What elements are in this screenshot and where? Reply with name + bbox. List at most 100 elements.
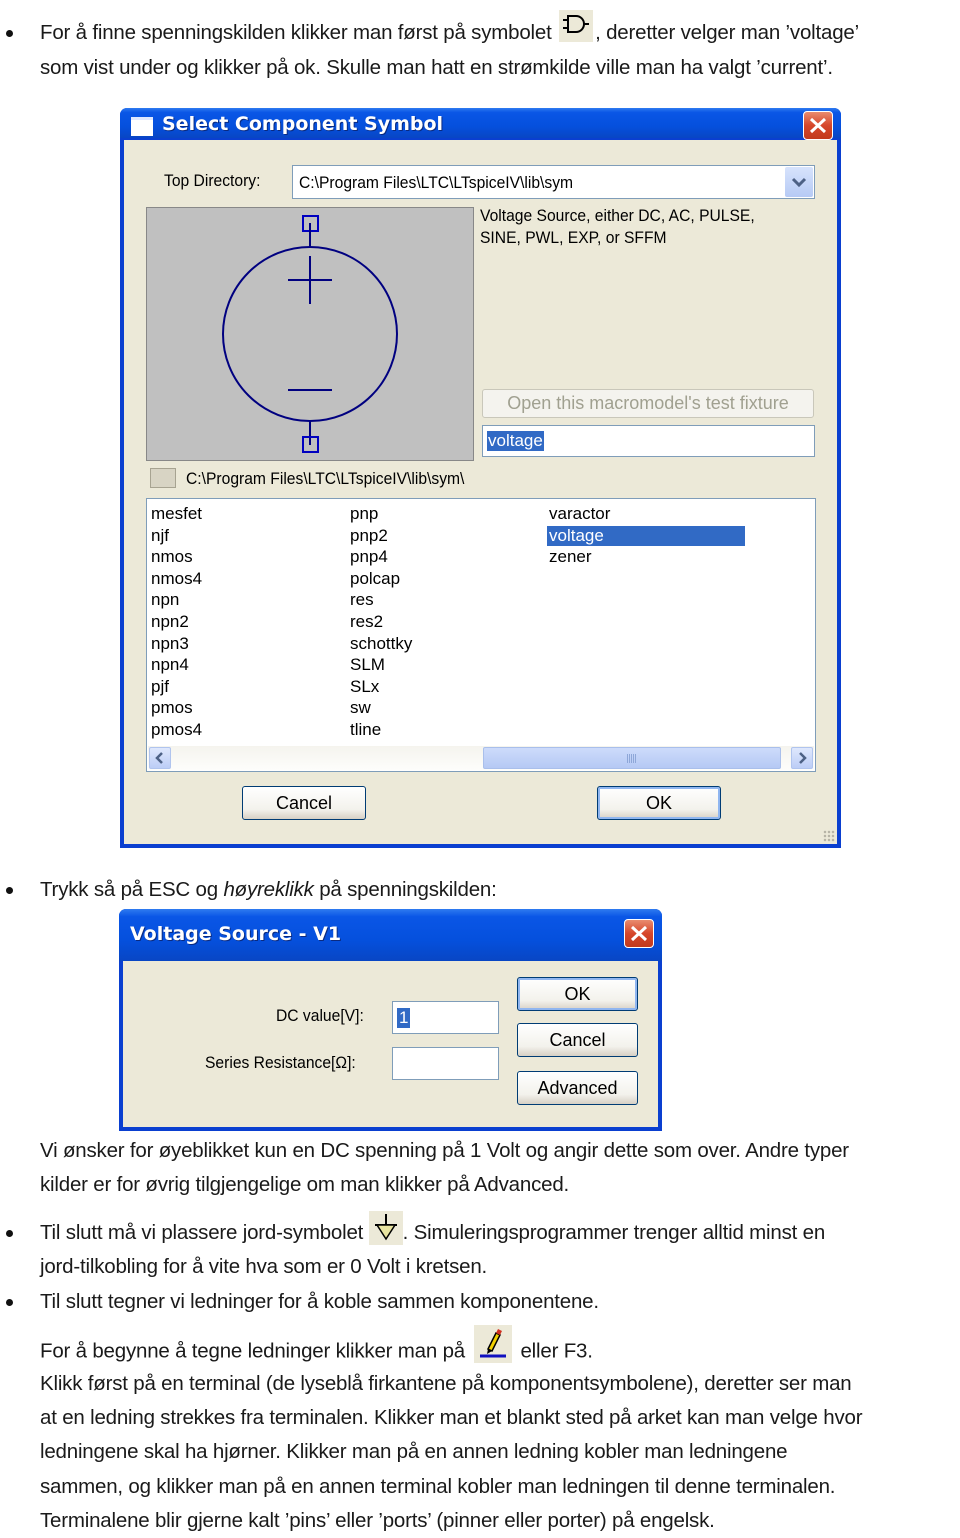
list-item[interactable]: pmos4 [149, 720, 204, 740]
open-test-fixture-button[interactable]: Open this macromodel's test fixture [482, 389, 814, 418]
para3-line1: Vi ønsker for øyeblikket kun en DC spenn… [40, 1139, 849, 1162]
bullet [6, 1299, 13, 1306]
text: , deretter velger man ’voltage’ [595, 21, 859, 44]
button-label: Advanced [537, 1078, 618, 1098]
resize-grip-icon[interactable] [823, 830, 835, 842]
button-label: Cancel [549, 1030, 606, 1050]
list-item[interactable]: res2 [348, 612, 385, 632]
search-value: voltage [487, 431, 544, 451]
button-label: Cancel [275, 793, 333, 813]
dialog-body: Top Directory: C:\Program Files\LTC\LTsp… [124, 140, 837, 844]
ok-button[interactable]: OK [517, 977, 638, 1011]
list-item[interactable]: pnp4 [348, 547, 390, 567]
list-item[interactable]: pnp2 [348, 526, 390, 546]
list-item[interactable]: zener [547, 547, 594, 567]
symbol-search-input[interactable]: voltage [482, 425, 815, 457]
list-item[interactable]: schottky [348, 634, 414, 654]
button-label: Open this macromodel's test fixture [507, 393, 789, 413]
list-item[interactable]: SLM [348, 655, 387, 675]
series-resistance-label: Series Resistance[Ω]: [205, 1053, 356, 1072]
para1-line1: For å finne spenningskilden klikker man … [40, 9, 859, 50]
list-item[interactable]: polcap [348, 569, 402, 589]
close-button[interactable] [803, 111, 833, 140]
advanced-button[interactable]: Advanced [517, 1071, 638, 1105]
bullet [6, 1230, 13, 1237]
list-item[interactable]: pmos [149, 698, 195, 718]
chevron-left-icon [155, 752, 163, 764]
scroll-right-button[interactable] [791, 747, 813, 769]
ok-button[interactable]: OK [597, 786, 721, 820]
list-item[interactable]: tline [348, 720, 383, 740]
close-icon [630, 925, 648, 942]
title-bar[interactable]: Voltage Source - V1 [119, 909, 662, 961]
list-item[interactable]: SLx [348, 677, 381, 697]
button-label: OK [645, 793, 672, 813]
voltage-source-dialog: Voltage Source - V1 DC value[V]: 1 Serie… [119, 909, 662, 1131]
voltage-source-symbol [222, 215, 398, 453]
close-button[interactable] [624, 919, 654, 948]
para6-line: at en ledning strekkes fra terminalen. K… [40, 1406, 863, 1430]
list-item[interactable]: npn4 [149, 655, 191, 675]
para6-line1: For å begynne å tegne ledninger klikker … [40, 1325, 593, 1371]
list-item[interactable]: mesfet [149, 504, 204, 524]
para6-line: Klikk først på en terminal (de lyseblå f… [40, 1372, 852, 1395]
symbol-list: mesfet njf nmos nmos4 npn npn2 npn3 npn4 pjf pmos… [146, 498, 816, 772]
top-directory-label: Top Directory: [164, 171, 261, 190]
text: For å begynne å tegne ledninger klikker … [40, 1339, 465, 1363]
list-item[interactable]: nmos4 [149, 569, 204, 589]
select-component-dialog: Select Component Symbol Top Directory: C… [120, 108, 841, 848]
para6-line: sammen, og klikker man på en annen termi… [40, 1474, 836, 1498]
bullet [6, 887, 13, 894]
grip-icon [627, 754, 637, 763]
list-item[interactable]: nmos [149, 547, 195, 567]
para1-line2: som vist under og klikker på ok. Skulle … [40, 56, 833, 79]
window-icon [131, 117, 153, 136]
list-item[interactable]: voltage [547, 525, 745, 546]
list-item[interactable]: res [348, 590, 376, 610]
text: eller F3. [520, 1339, 593, 1363]
para4-line2: jord-tilkobling for å vite hva som er 0 … [40, 1255, 488, 1278]
top-directory-value: C:\Program Files\LTC\LTspiceIV\lib\sym [299, 173, 574, 192]
list-item[interactable]: pjf [149, 677, 171, 697]
horizontal-scrollbar[interactable] [148, 746, 814, 770]
current-path: C:\Program Files\LTC\LTspiceIV\lib\sym\ [186, 469, 465, 488]
dc-value-label: DC value[V]: [276, 1006, 364, 1025]
list-item[interactable]: varactor [547, 504, 612, 524]
list-item[interactable]: sw [348, 698, 373, 718]
list-item[interactable]: npn3 [149, 634, 191, 654]
para5: Til slutt tegner vi ledninger for å kobl… [40, 1290, 599, 1313]
scroll-thumb[interactable] [483, 747, 781, 769]
para4-line1: Til slutt må vi plassere jord-symbolet .… [40, 1210, 826, 1251]
dialog-body: DC value[V]: 1 Series Resistance[Ω]: OK … [123, 961, 658, 1127]
description-line2: SINE, PWL, EXP, or SFFM [480, 228, 667, 247]
cancel-button[interactable]: Cancel [517, 1023, 638, 1057]
list-item[interactable]: pnp [348, 504, 380, 524]
text: For å finne spenningskilden klikker man … [40, 21, 552, 44]
para2: Trykk så på ESC og høyreklikk på spennin… [40, 873, 497, 907]
para6-line: ledningene skal ha hjørner. Klikker man … [40, 1440, 788, 1464]
list-item[interactable]: npn [149, 590, 181, 610]
chevron-down-icon [791, 177, 807, 188]
dropdown-button[interactable] [785, 167, 813, 197]
series-resistance-input[interactable] [392, 1047, 499, 1080]
description-line1: Voltage Source, either DC, AC, PULSE, [480, 206, 755, 225]
dc-value: 1 [397, 1008, 411, 1028]
dialog-title: Select Component Symbol [162, 113, 444, 135]
text: Trykk så på ESC og [40, 878, 224, 901]
list-item[interactable]: njf [149, 526, 171, 546]
top-directory-select[interactable]: C:\Program Files\LTC\LTspiceIV\lib\sym [292, 165, 815, 199]
cancel-button[interactable]: Cancel [242, 786, 366, 820]
close-icon [809, 117, 827, 134]
component-symbol-icon [559, 9, 594, 42]
text: . Simuleringsprogrammer trenger alltid m… [402, 1221, 826, 1244]
para6-line: Terminalene blir gjerne kalt ’pins’ elle… [40, 1508, 715, 1532]
chevron-right-icon [799, 752, 807, 764]
text: Til slutt må vi plassere jord-symbolet [40, 1221, 364, 1244]
button-label: OK [564, 984, 591, 1004]
dc-value-input[interactable]: 1 [392, 1001, 499, 1034]
list-item[interactable]: npn2 [149, 612, 191, 632]
scroll-left-button[interactable] [149, 747, 171, 769]
emphasis: høyreklikk [223, 878, 314, 901]
title-bar[interactable]: Select Component Symbol [120, 108, 841, 140]
folder-icon [150, 468, 176, 488]
